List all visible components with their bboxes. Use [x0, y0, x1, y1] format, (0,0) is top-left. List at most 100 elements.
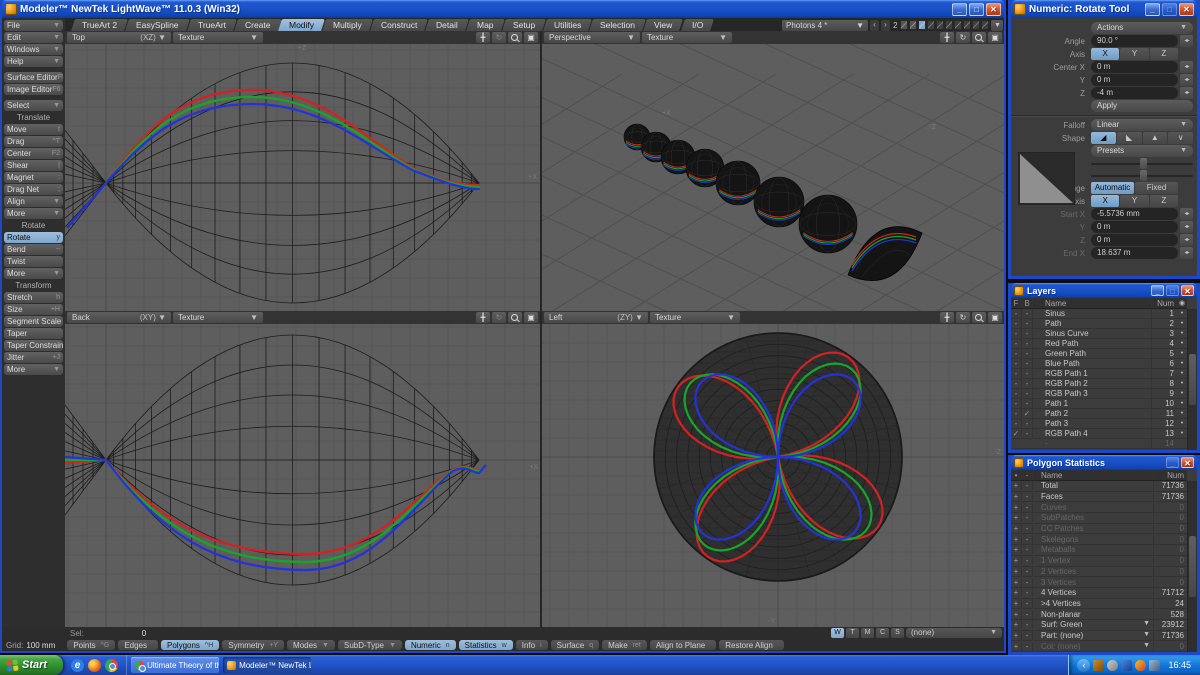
- center-y-field[interactable]: 0 m: [1091, 74, 1178, 86]
- actions-dropdown[interactable]: Actions▼: [1091, 22, 1193, 34]
- layer-visibility-dot[interactable]: •: [1177, 330, 1187, 337]
- stats-scrollbar[interactable]: [1187, 481, 1197, 652]
- tool-button[interactable]: Rotatey: [4, 232, 63, 243]
- layer-box[interactable]: [954, 20, 962, 30]
- mode-button[interactable]: Modes▼: [287, 640, 335, 650]
- bg-check[interactable]: -: [1022, 429, 1033, 438]
- minimize-button[interactable]: _: [1166, 457, 1179, 468]
- menu-tab[interactable]: Multiply: [322, 19, 373, 31]
- viewport-canvas-perspective[interactable]: [542, 44, 1004, 311]
- viewport-perspective[interactable]: +X -Z: [542, 44, 1004, 311]
- tool-button[interactable]: Movet: [4, 124, 63, 135]
- layer-row[interactable]: - 14: [1011, 439, 1187, 449]
- select-plus-icon[interactable]: +: [1011, 492, 1022, 501]
- select-plus-icon[interactable]: +: [1011, 513, 1022, 522]
- tool-button[interactable]: Drag Net;: [4, 184, 63, 195]
- mode-button[interactable]: SubD-Type▼: [338, 640, 402, 650]
- select-plus-icon[interactable]: +: [1011, 481, 1022, 490]
- numeric-titlebar[interactable]: Numeric: Rotate Tool _ □ ✕: [1011, 0, 1197, 18]
- bg-check[interactable]: -: [1022, 309, 1033, 318]
- viewport-left[interactable]: -Y -Z: [542, 324, 1004, 627]
- layer-visibility-dot[interactable]: •: [1177, 390, 1187, 397]
- viewport-canvas-left[interactable]: [542, 324, 1004, 627]
- viewport-canvas-back[interactable]: [65, 324, 540, 627]
- zoom-icon[interactable]: [508, 312, 522, 323]
- layer-row[interactable]: - - Red Path 4 •: [1011, 339, 1187, 349]
- close-button[interactable]: ✕: [1181, 457, 1194, 468]
- start-y-field[interactable]: 0 m: [1091, 221, 1178, 233]
- render-mode-dropdown[interactable]: Texture▼: [650, 312, 740, 323]
- layer-prev-button[interactable]: ‹: [870, 20, 879, 31]
- layer-row[interactable]: - - Path 3 12 •: [1011, 419, 1187, 429]
- bg-check[interactable]: -: [1022, 369, 1033, 378]
- layer-strip-menu-button[interactable]: ▼: [991, 20, 1003, 31]
- layer-row[interactable]: - - Sinus Curve 3 •: [1011, 329, 1187, 339]
- select-minus-icon[interactable]: -: [1022, 567, 1033, 576]
- sidebar-menu[interactable]: Edit▼: [4, 32, 63, 43]
- start-x-field[interactable]: -5.5736 mm: [1091, 208, 1178, 220]
- start-x-stepper[interactable]: ◂▸: [1180, 208, 1193, 220]
- stat-row[interactable]: + - 2 Vertices 0: [1011, 567, 1187, 578]
- sidebar-editor-button[interactable]: Surface EditorF5: [4, 72, 63, 83]
- tray-icon[interactable]: [1121, 660, 1132, 671]
- tool-button[interactable]: More▼: [4, 364, 63, 375]
- layer-visibility-dot[interactable]: •: [1177, 380, 1187, 387]
- start-y-stepper[interactable]: ◂▸: [1180, 221, 1193, 233]
- view-type-dropdown[interactable]: Top(XZ) ▼: [67, 32, 171, 43]
- vmap-dropdown[interactable]: (none)▼: [906, 628, 1002, 638]
- stat-row[interactable]: + - 1 Vertex 0: [1011, 556, 1187, 567]
- menu-tab[interactable]: View: [643, 19, 683, 31]
- col-num[interactable]: Num: [1151, 299, 1177, 308]
- photons-dropdown[interactable]: Photons 4 *▼: [782, 20, 868, 31]
- stats-titlebar[interactable]: Polygon Statistics _ ✕: [1011, 455, 1197, 470]
- angle-stepper[interactable]: ◂▸: [1180, 35, 1193, 47]
- select-plus-icon[interactable]: +: [1011, 578, 1022, 587]
- fg-check[interactable]: -: [1011, 419, 1022, 428]
- tool-button[interactable]: Stretchh: [4, 292, 63, 303]
- rotate-view-icon[interactable]: ↻: [492, 312, 506, 323]
- menu-tab[interactable]: Modify: [278, 19, 325, 31]
- layer-box[interactable]: [918, 20, 926, 30]
- bg-check[interactable]: -: [1022, 319, 1033, 328]
- view-type-dropdown[interactable]: Back(XY) ▼: [67, 312, 171, 323]
- render-mode-dropdown[interactable]: Texture▼: [173, 312, 263, 323]
- fg-check[interactable]: -: [1011, 339, 1022, 348]
- select-plus-icon[interactable]: +: [1011, 620, 1022, 629]
- bg-check[interactable]: -: [1022, 339, 1033, 348]
- layer-visibility-dot[interactable]: •: [1177, 400, 1187, 407]
- start-z-stepper[interactable]: ◂▸: [1180, 234, 1193, 246]
- bg-check[interactable]: -: [1022, 349, 1033, 358]
- end-x-stepper[interactable]: ◂▸: [1180, 247, 1193, 259]
- expand-viewport-icon[interactable]: ▣: [524, 32, 538, 43]
- select-minus-icon[interactable]: -: [1022, 620, 1033, 629]
- menu-tab[interactable]: Detail: [425, 19, 469, 31]
- range-fixed-button[interactable]: Fixed: [1135, 182, 1178, 194]
- stat-dropdown-icon[interactable]: ▼: [1143, 620, 1150, 629]
- center-x-stepper[interactable]: ◂▸: [1180, 61, 1193, 73]
- layer-visibility-dot[interactable]: •: [1177, 360, 1187, 367]
- layer-visibility-dot[interactable]: •: [1177, 370, 1187, 377]
- taskbar-task-modeler[interactable]: Modeler™ NewTek Li...: [223, 657, 311, 673]
- bg-check[interactable]: -: [1022, 329, 1033, 338]
- layer-box[interactable]: [909, 20, 917, 30]
- axis-y-button[interactable]: Y: [1120, 48, 1148, 60]
- stat-row[interactable]: + - Total 71736: [1011, 481, 1187, 492]
- layers-scrollbar[interactable]: [1187, 309, 1197, 450]
- tray-chevron-icon[interactable]: ‹: [1077, 659, 1090, 672]
- axis2-x-button[interactable]: X: [1091, 195, 1119, 207]
- layer-row[interactable]: - ✓ Path 2 11 •: [1011, 409, 1187, 419]
- layer-visibility-dot[interactable]: •: [1177, 410, 1187, 417]
- tool-button[interactable]: Segment Scale: [4, 316, 63, 327]
- tool-button[interactable]: Bend~: [4, 244, 63, 255]
- stat-row[interactable]: + - CC Patches 0: [1011, 524, 1187, 535]
- select-plus-icon[interactable]: +: [1011, 599, 1022, 608]
- stat-row[interactable]: + - Surf: Green▼ 23912: [1011, 620, 1187, 631]
- stat-row[interactable]: + - Part: (none)▼ 71736: [1011, 631, 1187, 642]
- layer-name[interactable]: Red Path: [1033, 339, 1151, 348]
- select-minus-icon[interactable]: -: [1022, 513, 1033, 522]
- expand-viewport-icon[interactable]: ▣: [988, 312, 1002, 323]
- bg-check[interactable]: -: [1022, 389, 1033, 398]
- minimize-button[interactable]: _: [952, 3, 967, 16]
- fg-check[interactable]: -: [1011, 309, 1022, 318]
- select-plus-icon[interactable]: +: [1011, 610, 1022, 619]
